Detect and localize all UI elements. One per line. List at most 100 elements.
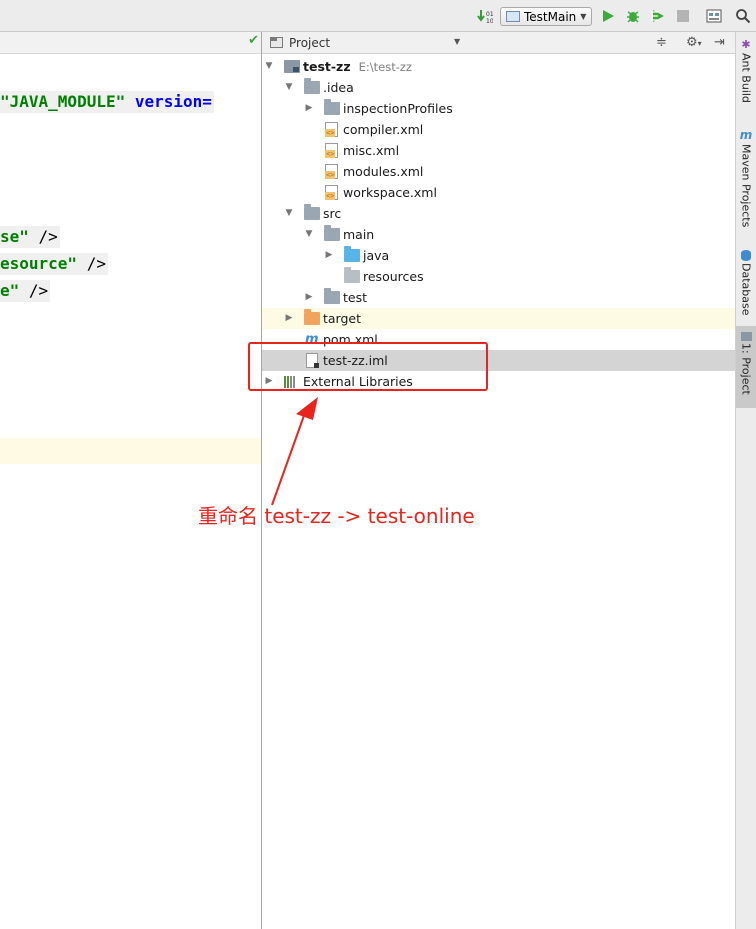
expanded-arrow-icon[interactable]: ▼ [284, 203, 294, 224]
code-string: e" [0, 281, 20, 300]
folder-icon [304, 204, 320, 220]
project-panel-title[interactable]: Project [289, 36, 330, 50]
chevron-down-icon[interactable]: ▼ [454, 37, 460, 46]
folder-icon [324, 225, 340, 241]
tab-ant-build[interactable]: ✱ Ant Build [736, 38, 756, 103]
tree-item-inspection-profiles[interactable]: ▶ inspectionProfiles [262, 98, 735, 119]
gear-icon[interactable]: ⚙▾ [686, 35, 702, 50]
main-toolbar: 01 10 TestMain ▼ [0, 0, 756, 32]
tree-item-label: test [343, 290, 368, 305]
tab-database[interactable]: Database [736, 248, 756, 316]
coverage-button[interactable] [649, 7, 667, 25]
project-panel-header: Project ▼ ≑ ⚙▾ ⇥ [262, 32, 735, 54]
expanded-arrow-icon[interactable]: ▼ [264, 56, 274, 77]
xml-file-icon [325, 164, 338, 179]
database-icon [741, 250, 751, 261]
tree-item-label: modules.xml [343, 164, 424, 179]
root-name: test-zz [303, 59, 351, 74]
xml-file-icon [325, 143, 338, 158]
run-config-icon [506, 11, 520, 22]
tree-item-modules-xml[interactable]: modules.xml [262, 161, 735, 182]
resources-folder-icon [344, 267, 360, 283]
code-line: e" /> [0, 280, 51, 302]
expanded-arrow-icon[interactable]: ▼ [304, 224, 314, 245]
code-line: "JAVA_MODULE" version= [0, 91, 214, 113]
tree-item-workspace-xml[interactable]: workspace.xml [262, 182, 735, 203]
ant-icon: ✱ [741, 38, 751, 51]
debug-button[interactable] [624, 7, 642, 25]
tree-item-label: misc.xml [343, 143, 400, 158]
svg-text:10: 10 [486, 18, 493, 24]
annotation-text: 重命名 test-zz -> test-online [198, 504, 475, 528]
code-editor[interactable]: ✔ "JAVA_MODULE" version= se" /> esource"… [0, 32, 261, 929]
folder-icon [324, 288, 340, 304]
collapsed-arrow-icon[interactable]: ▶ [304, 287, 314, 308]
maven-icon: m [739, 128, 753, 142]
right-tool-strip: ✱ Ant Build m Maven Projects Database 1:… [735, 32, 756, 929]
annotation-highlight-box [248, 342, 488, 391]
project-tool-window: Project ▼ ≑ ⚙▾ ⇥ ▼ test-zz E:\test-zz ▼ .… [262, 32, 735, 929]
expanded-arrow-icon[interactable]: ▼ [284, 77, 294, 98]
tree-item-label: java [363, 248, 390, 263]
tree-item-label: resources [363, 269, 424, 284]
tab-maven-projects[interactable]: m Maven Projects [736, 128, 756, 227]
code-string: esource" [0, 254, 78, 273]
tree-item-main[interactable]: ▼ main [262, 224, 735, 245]
code-text: /> [77, 254, 106, 273]
maven-icon: m [305, 332, 319, 347]
project-folder-icon [270, 37, 283, 48]
tree-item-label: compiler.xml [343, 122, 424, 137]
module-icon [284, 60, 300, 73]
project-folder-icon [740, 332, 752, 341]
collapsed-arrow-icon[interactable]: ▶ [284, 308, 294, 329]
folder-icon [304, 78, 320, 94]
tree-item-label: .idea [323, 80, 354, 95]
source-folder-icon [344, 246, 360, 262]
code-string: "JAVA_MODULE" [0, 92, 126, 111]
check-icon: ✔ [248, 33, 259, 48]
tree-item-label: main [343, 227, 375, 242]
code-text: /> [28, 227, 58, 246]
collapsed-arrow-icon[interactable]: ▶ [304, 98, 314, 119]
xml-file-icon [325, 122, 338, 137]
editor-tab-bar: ✔ [0, 32, 261, 54]
code-text: /> [19, 281, 49, 300]
tree-item-resources[interactable]: resources [262, 266, 735, 287]
tab-label: 1: Project [739, 343, 753, 395]
tree-item-compiler-xml[interactable]: compiler.xml [262, 119, 735, 140]
tree-item-label: src [323, 206, 342, 221]
tree-root-label: test-zz E:\test-zz [303, 56, 412, 78]
current-line-highlight [0, 438, 261, 464]
project-structure-icon[interactable] [705, 7, 723, 25]
xml-file-icon [325, 185, 338, 200]
code-line: se" /> [0, 226, 60, 248]
tab-project[interactable]: 1: Project [736, 326, 756, 408]
collapsed-arrow-icon[interactable]: ▶ [324, 245, 334, 266]
tree-item-test[interactable]: ▶ test [262, 287, 735, 308]
tree-item-target[interactable]: ▶ target [262, 308, 735, 329]
run-config-label: TestMain [524, 9, 577, 24]
tree-item-java[interactable]: ▶ java [262, 245, 735, 266]
root-path: E:\test-zz [358, 60, 412, 74]
collapse-all-icon[interactable]: ≑ [656, 35, 667, 50]
tree-item-label: target [323, 311, 362, 326]
update-project-icon[interactable]: 01 10 [476, 7, 494, 25]
hide-panel-icon[interactable]: ⇥ [714, 35, 725, 50]
tree-item-idea[interactable]: ▼ .idea [262, 77, 735, 98]
tree-item-root[interactable]: ▼ test-zz E:\test-zz [262, 56, 735, 77]
tree-item-misc-xml[interactable]: misc.xml [262, 140, 735, 161]
search-icon[interactable] [734, 7, 752, 25]
svg-text:01: 01 [486, 11, 493, 18]
tree-item-label: workspace.xml [343, 185, 437, 200]
code-line: esource" /> [0, 253, 108, 275]
run-button[interactable] [599, 7, 617, 25]
tab-label: Ant Build [739, 53, 753, 103]
chevron-down-icon: ▼ [580, 12, 587, 21]
tab-label: Database [739, 263, 753, 316]
run-configuration-select[interactable]: TestMain ▼ [500, 7, 592, 26]
tree-item-src[interactable]: ▼ src [262, 203, 735, 224]
code-string: se" [0, 227, 29, 246]
tree-item-label: inspectionProfiles [343, 101, 453, 116]
stop-button[interactable] [674, 7, 692, 25]
excluded-folder-icon [304, 309, 320, 325]
